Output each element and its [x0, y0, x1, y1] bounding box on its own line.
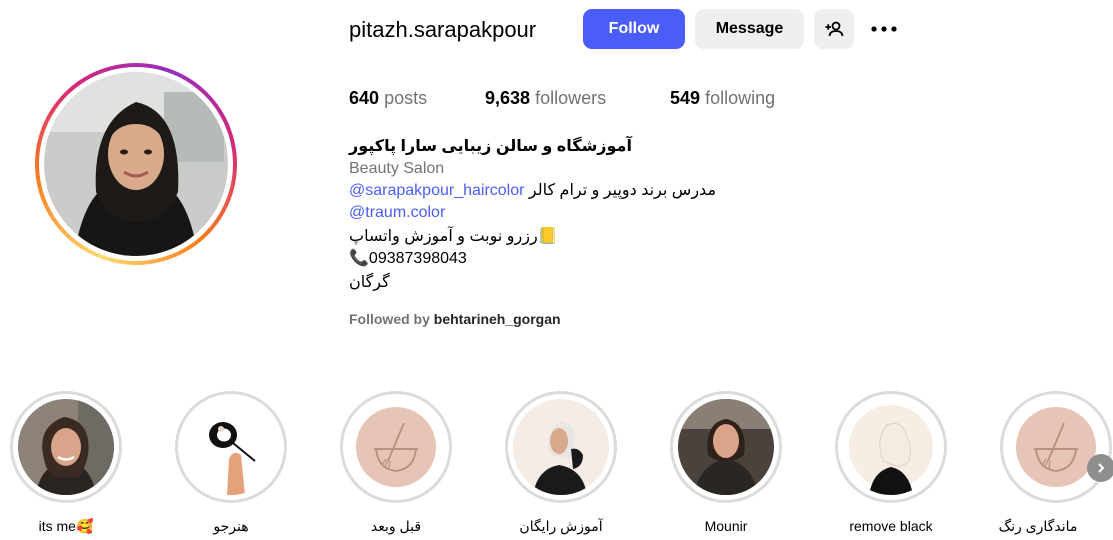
highlight-label: its me🥰 [38, 518, 94, 534]
add-user-icon [825, 21, 844, 37]
more-options-button[interactable] [866, 14, 902, 44]
highlight-label: قبل وبعد [370, 518, 422, 534]
highlight-ring [340, 391, 452, 503]
avatar-image [44, 72, 228, 256]
highlight-thumbnail [348, 399, 444, 495]
highlight-gap [343, 394, 449, 500]
highlight-label: Mounir [704, 518, 748, 534]
bio-location: گرگان [349, 274, 390, 291]
message-button[interactable]: Message [695, 9, 804, 49]
highlight-ring [835, 391, 947, 503]
highlight-thumbnail [513, 399, 609, 495]
highlight-label: آموزش رایگان [519, 518, 603, 534]
profile-username: pitazh.sarapakpour [349, 17, 537, 42]
highlight-thumbnail [18, 399, 114, 495]
highlight-label: remove black [849, 518, 933, 534]
hair-dye-bowl-icon [348, 399, 444, 495]
follow-button[interactable]: Follow [583, 9, 685, 49]
highlight-label: هنرجو [213, 518, 249, 534]
bio-category: Beauty Salon [349, 160, 445, 177]
bio-teacher-text: مدرس برند دوپیر و ترام کالر [528, 182, 717, 199]
highlight-thumbnail [1008, 399, 1104, 495]
following-label: following [705, 88, 776, 108]
highlight-item[interactable] [670, 391, 782, 503]
highlight-ring [175, 391, 287, 503]
highlight-gap [673, 394, 779, 500]
highlight-ring [670, 391, 782, 503]
highlight-thumbnail [678, 399, 774, 495]
phone-number: 09387398043 [368, 250, 467, 267]
highlight-item[interactable] [1000, 391, 1112, 503]
followed-by-prefix: Followed by [349, 311, 430, 327]
followed-by[interactable]: Followed by behtarineh_gorgan [349, 310, 561, 328]
hand-mirror-drawing-thumbnail [183, 399, 279, 495]
highlight-item[interactable] [835, 391, 947, 503]
bio-line-booking: رزرو نوبت و آموزش واتساپ📒 [349, 226, 558, 248]
posts-stat: 640 posts [349, 86, 427, 110]
suggested-accounts-button[interactable] [814, 9, 854, 49]
woman-illustration-thumbnail [513, 399, 609, 495]
avatar-gap [39, 67, 233, 261]
highlight-label: ماندگاری رنگ [998, 518, 1078, 534]
highlight-item[interactable] [505, 391, 617, 503]
more-horizontal-icon [871, 26, 897, 32]
avatar[interactable] [44, 72, 228, 256]
bio-line-mention: @sarapakpour_haircolor مدرس برند دوپیر و… [349, 180, 716, 202]
highlights-next-button[interactable] [1087, 454, 1113, 482]
highlight-ring [10, 391, 122, 503]
mention-link-haircolor[interactable]: @sarapakpour_haircolor [349, 182, 524, 199]
highlight-thumbnail [843, 399, 939, 495]
phone-icon: 📞 [349, 250, 369, 267]
highlight-gap [178, 394, 284, 500]
highlight-item[interactable] [340, 391, 452, 503]
highlight-thumbnail [183, 399, 279, 495]
followers-count: 9,638 [485, 88, 531, 108]
posts-label: posts [384, 88, 428, 108]
booking-text: رزرو نوبت و آموزش واتساپ [349, 228, 538, 245]
profile-avatar-story-ring[interactable] [35, 63, 237, 265]
highlight-gap [838, 394, 944, 500]
bio-line-phone: 📞09387398043 [349, 248, 467, 270]
followed-by-user: behtarineh_gorgan [433, 311, 561, 327]
highlight-item[interactable] [10, 391, 122, 503]
following-count: 549 [670, 88, 701, 108]
hair-dye-bowl-icon [1008, 399, 1104, 495]
highlight-ring [505, 391, 617, 503]
followers-label: followers [535, 88, 607, 108]
bio-line-mention-2: @traum.color [349, 202, 445, 224]
highlight-ring [1000, 391, 1112, 503]
blonde-woman-illustration-thumbnail [843, 399, 939, 495]
highlight-gap [13, 394, 119, 500]
bio-full-name: آموزشگاه و سالن زیبایی سارا پاکپور [349, 138, 632, 155]
woman-photo-thumbnail [678, 399, 774, 495]
woman-portrait-thumbnail [18, 399, 114, 495]
highlight-gap [508, 394, 614, 500]
highlight-gap [1003, 394, 1109, 500]
mention-link-traum[interactable]: @traum.color [349, 204, 445, 221]
posts-count: 640 [349, 88, 380, 108]
followers-stat[interactable]: 9,638 followers [485, 86, 606, 110]
following-stat[interactable]: 549 following [670, 86, 775, 110]
notebook-icon: 📒 [537, 228, 558, 245]
chevron-right-icon [1098, 463, 1105, 473]
highlight-item[interactable] [175, 391, 287, 503]
